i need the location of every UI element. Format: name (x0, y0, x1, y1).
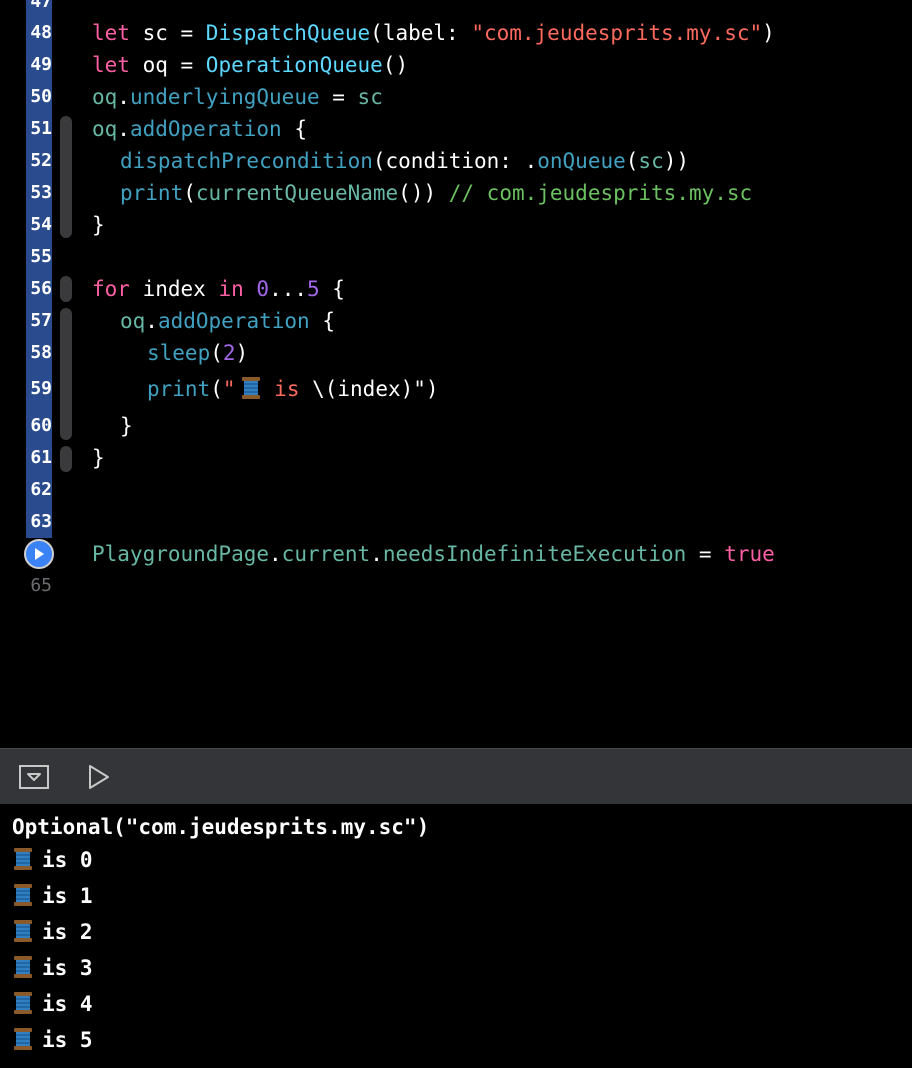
line-number: 58 (30, 342, 52, 363)
console-line: Optional("com.jeudesprits.my.sc") (12, 815, 430, 839)
code-editor[interactable]: 47 48 49 50 51 52 53 54 55 56 57 58 59 6… (0, 0, 912, 748)
line-number: 62 (30, 479, 52, 500)
code-line-52[interactable]: dispatchPrecondition(condition: .onQueue… (120, 145, 689, 177)
code-line-61[interactable]: } (92, 442, 105, 474)
console-line: is 0 (12, 842, 93, 878)
debug-bar (0, 748, 912, 805)
code-line-57[interactable]: oq.addOperation { (120, 305, 335, 337)
fold-ribbon[interactable] (60, 116, 72, 238)
line-number: 50 (30, 86, 52, 107)
run-playground-button[interactable] (84, 763, 112, 791)
line-number: 55 (30, 246, 52, 267)
code-line-59[interactable]: print(" is \(index)") (147, 373, 439, 405)
console-output[interactable]: Optional("com.jeudesprits.my.sc") is 0 i… (0, 804, 912, 1068)
line-number: 53 (30, 182, 52, 203)
play-icon (89, 765, 109, 789)
run-to-line-button[interactable] (24, 539, 54, 569)
code-line-56[interactable]: for index in 0...5 { (92, 273, 345, 305)
console-line: is 1 (12, 878, 93, 914)
console-line: is 5 (12, 1022, 93, 1058)
code-line-54[interactable]: } (92, 209, 105, 241)
code-line-58[interactable]: sleep(2) (147, 337, 248, 369)
line-number: 56 (30, 278, 52, 299)
line-number: 51 (30, 118, 52, 139)
code-line-64[interactable]: PlaygroundPage.current.needsIndefiniteEx… (92, 538, 775, 570)
line-number: 60 (30, 415, 52, 436)
spool-icon (241, 377, 260, 399)
line-number: 59 (30, 378, 52, 399)
code-line-48[interactable]: let sc = DispatchQueue(label: "com.jeude… (92, 17, 775, 49)
line-number: 52 (30, 150, 52, 171)
line-number: 57 (30, 310, 52, 331)
line-number: 49 (30, 54, 52, 75)
console-line: is 2 (12, 914, 93, 950)
fold-ribbon[interactable] (60, 308, 72, 440)
line-number: 47 (30, 0, 52, 12)
code-line-53[interactable]: print(currentQueueName()) // com.jeudesp… (120, 177, 752, 209)
spool-icon (14, 920, 32, 942)
code-line-60[interactable]: } (120, 410, 133, 442)
line-number: 61 (30, 447, 52, 468)
spool-icon (14, 1028, 32, 1050)
code-line-51[interactable]: oq.addOperation { (92, 113, 307, 145)
code-line-50[interactable]: oq.underlyingQueue = sc (92, 81, 383, 113)
play-icon (35, 548, 44, 560)
spool-icon (14, 992, 32, 1014)
line-number: 65 (30, 575, 52, 596)
spool-icon (14, 956, 32, 978)
code-line-49[interactable]: let oq = OperationQueue() (92, 49, 408, 81)
hide-console-icon (19, 765, 49, 789)
spool-icon (14, 848, 32, 870)
console-line: is 4 (12, 986, 93, 1022)
line-number: 63 (30, 511, 52, 532)
fold-ribbon[interactable] (60, 446, 72, 472)
fold-ribbon[interactable] (60, 276, 72, 302)
hide-console-button[interactable] (18, 763, 50, 791)
spool-icon (14, 884, 32, 906)
line-number: 54 (30, 214, 52, 235)
console-line: is 3 (12, 950, 93, 986)
line-number: 48 (30, 22, 52, 43)
